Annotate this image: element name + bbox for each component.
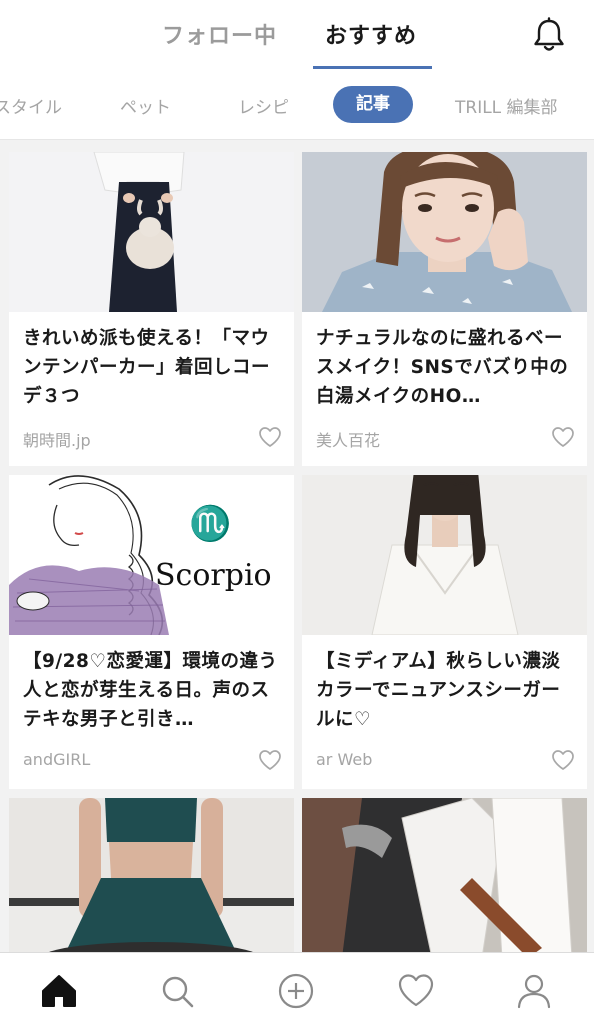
article-source: 美人百花 bbox=[316, 431, 381, 450]
home-icon[interactable] bbox=[39, 971, 79, 1011]
bottom-navigation bbox=[0, 952, 594, 1024]
article-source: andGIRL bbox=[23, 750, 91, 769]
article-source: 朝時間.jp bbox=[23, 431, 91, 450]
svg-text:♏: ♏ bbox=[189, 504, 231, 544]
category-tab-recipe[interactable]: レシピ bbox=[238, 93, 289, 118]
article-card[interactable]: ナチュラルなのに盛れるベースメイク！SNSでバズり中の白湯メイクのHO… 美人百… bbox=[302, 152, 587, 466]
article-thumbnail bbox=[9, 798, 294, 958]
category-tab-style[interactable]: スタイル bbox=[0, 93, 62, 118]
top-header: フォロー中 おすすめ bbox=[0, 0, 594, 70]
search-icon[interactable] bbox=[157, 971, 197, 1011]
heart-icon[interactable] bbox=[258, 426, 282, 448]
category-tab-trill-editorial[interactable]: TRILL 編集部 bbox=[455, 93, 558, 118]
article-title: ナチュラルなのに盛れるベースメイク！SNSでバズり中の白湯メイクのHO… bbox=[316, 328, 569, 407]
active-tab-indicator bbox=[313, 66, 432, 69]
article-card[interactable] bbox=[302, 798, 587, 958]
category-tab-pet[interactable]: ペット bbox=[120, 93, 171, 118]
favorites-icon[interactable] bbox=[396, 971, 436, 1011]
article-title: 【ミディアム】秋らしい濃淡カラーでニュアンスシーガールに♡ bbox=[316, 651, 561, 730]
article-card[interactable] bbox=[9, 798, 294, 958]
article-card[interactable]: きれいめ派も使える！「マウンテンパーカー」着回しコーデ３つ 朝時間.jp bbox=[9, 152, 294, 466]
article-thumbnail bbox=[302, 475, 587, 635]
article-card[interactable]: 【ミディアム】秋らしい濃淡カラーでニュアンスシーガールに♡ ar Web bbox=[302, 475, 587, 789]
heart-icon[interactable] bbox=[258, 749, 282, 771]
scorpio-label: Scorpio bbox=[155, 558, 272, 593]
heart-icon[interactable] bbox=[551, 749, 575, 771]
article-thumbnail bbox=[9, 152, 294, 312]
heart-icon[interactable] bbox=[551, 426, 575, 448]
article-card[interactable]: ♏ Scorpio 【9/28♡恋愛運】環境の違う人と恋が芽生える日。声のステキ… bbox=[9, 475, 294, 789]
article-title: きれいめ派も使える！「マウンテンパーカー」着回しコーデ３つ bbox=[23, 328, 271, 407]
article-thumbnail: ♏ Scorpio bbox=[9, 475, 294, 635]
article-thumbnail bbox=[302, 798, 587, 958]
profile-icon[interactable] bbox=[514, 971, 554, 1011]
bell-icon[interactable] bbox=[530, 16, 568, 54]
article-title: 【9/28♡恋愛運】環境の違う人と恋が芽生える日。声のステキな男子と引き… bbox=[23, 651, 278, 730]
article-thumbnail bbox=[302, 152, 587, 312]
category-bar: スタイル ペット レシピ 記事 TRILL 編集部 bbox=[0, 70, 594, 140]
add-icon[interactable] bbox=[276, 971, 316, 1011]
category-tab-article[interactable]: 記事 bbox=[333, 86, 413, 123]
tab-following[interactable]: フォロー中 bbox=[162, 18, 277, 50]
article-source: ar Web bbox=[316, 750, 373, 769]
tab-recommended[interactable]: おすすめ bbox=[325, 18, 417, 50]
